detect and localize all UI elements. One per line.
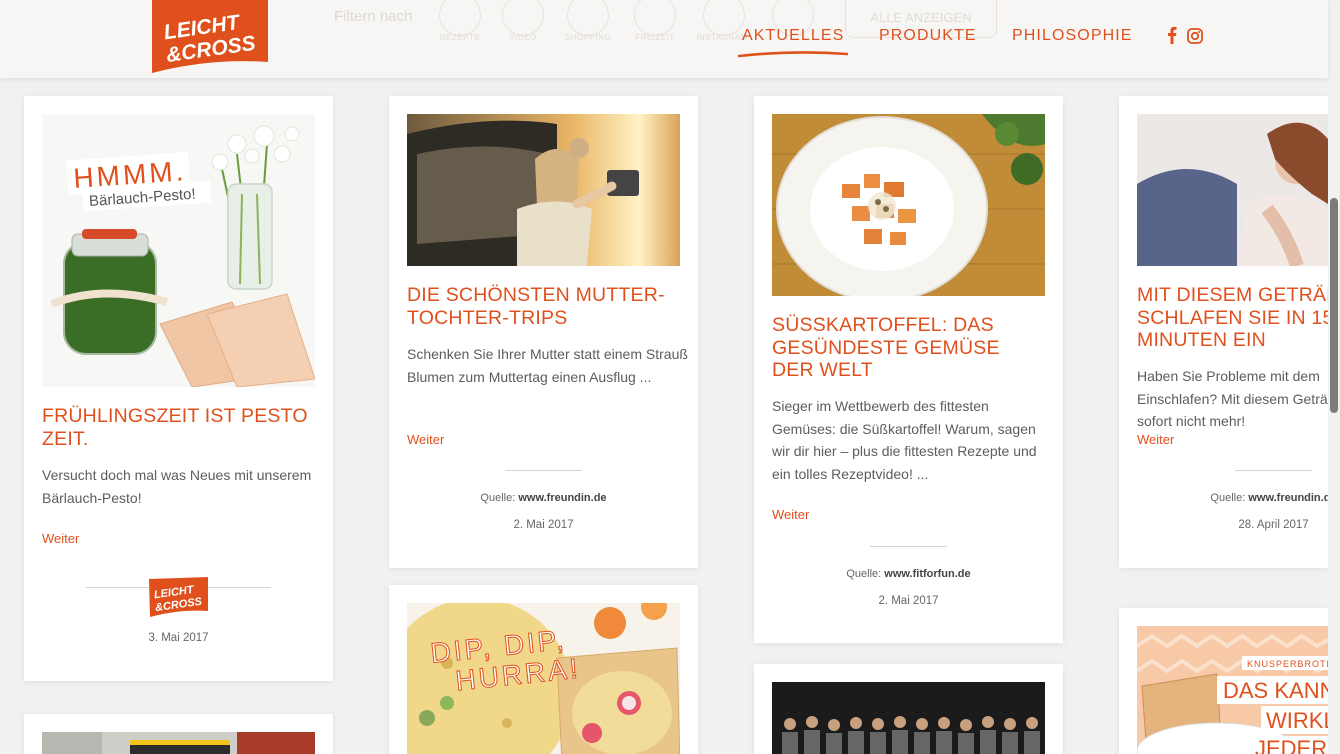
car-selfie-image[interactable] [407, 114, 680, 266]
sweet-potato-image[interactable] [772, 114, 1045, 296]
article-date: 28. April 2017 [1238, 519, 1309, 531]
article-title[interactable]: FRÜHLINGSZEIT IST PESTO ZEIT. [42, 405, 317, 450]
kitchen-image[interactable] [42, 732, 315, 754]
svg-text:JEDER!: JEDER! [1255, 736, 1328, 754]
article-excerpt: Haben Sie Probleme mit dem Einschlafen? … [1137, 368, 1328, 429]
nav-aktuelles[interactable]: AKTUELLES [742, 27, 844, 45]
article-date: 2. Mai 2017 [513, 519, 574, 531]
filter-label: Filtern nach [334, 8, 413, 25]
article-excerpt: Schenken Sie Ihrer Mutter statt einem St… [407, 346, 688, 385]
article-date: 3. Mai 2017 [148, 632, 209, 644]
site-header: LEICHT &CROSS Filtern nach REZEPTE VIDEO… [0, 0, 1328, 78]
brand-logo-small: LEICHT &CROSS [149, 577, 208, 617]
scrollbar-thumb[interactable] [1330, 198, 1338, 413]
read-more-link[interactable]: Weiter [407, 432, 444, 447]
dip-image[interactable]: DIP, DIP, HURRA! [407, 603, 680, 754]
article-source: Quelle: www.freundin.de [1119, 492, 1328, 504]
source-domain[interactable]: www.freundin.de [518, 492, 606, 504]
article-card-pesto[interactable]: HMMM. Bärlauch-Pesto! FRÜHLINGSZEIT IST … [24, 96, 333, 681]
knusperbrot-image[interactable]: KNUSPERBROTKNACK DAS KANN WIRKLICH JEDER… [1137, 626, 1328, 754]
article-card-schlaf-getraenk[interactable]: MIT DIESEM GETRÄNK SCHLAFEN SIE IN 15 MI… [1119, 96, 1328, 568]
article-card-dip[interactable]: DIP, DIP, HURRA! [389, 585, 698, 754]
svg-text:DAS KANN: DAS KANN [1223, 678, 1328, 703]
article-title[interactable]: MIT DIESEM GETRÄNK SCHLAFEN SIE IN 15 MI… [1137, 284, 1328, 352]
nav-produkte[interactable]: PRODUKTE [879, 27, 977, 45]
article-card-knusperbrot[interactable]: KNUSPERBROTKNACK DAS KANN WIRKLICH JEDER… [1119, 608, 1328, 754]
article-title[interactable]: DIE SCHÖNSTEN MUTTER-TOCHTER-TRIPS [407, 284, 682, 329]
shopping-icon[interactable] [567, 0, 609, 36]
read-more-link[interactable]: Weiter [1137, 432, 1174, 447]
recipe-icon[interactable] [439, 0, 481, 36]
instagram-icon[interactable] [1187, 28, 1203, 44]
source-domain[interactable]: www.fitforfun.de [884, 568, 970, 580]
source-domain[interactable]: www.freundin.de [1248, 492, 1328, 504]
nav-philosophie[interactable]: PHILOSOPHIE [1012, 27, 1133, 45]
woman-drinking-image[interactable] [1137, 114, 1328, 266]
nav-active-underline [738, 51, 848, 58]
article-card-fashion[interactable] [754, 664, 1063, 754]
svg-text:WIRKLICH: WIRKLICH [1266, 708, 1328, 733]
pesto-image[interactable]: HMMM. Bärlauch-Pesto! [42, 114, 315, 387]
leisure-icon[interactable] [634, 0, 676, 36]
article-card-row2-1[interactable] [24, 714, 333, 754]
facebook-icon[interactable] [1166, 26, 1178, 44]
page-scrollbar[interactable] [1328, 0, 1340, 754]
article-card-mutter-tochter[interactable]: DIE SCHÖNSTEN MUTTER-TOCHTER-TRIPS Schen… [389, 96, 698, 568]
article-source: Quelle: www.freundin.de [480, 492, 607, 504]
divider [1235, 470, 1312, 471]
article-title[interactable]: SÜSSKARTOFFEL: DAS GESÜNDESTE GEMÜSE DER… [772, 314, 1047, 382]
divider [870, 546, 947, 547]
article-date: 2. Mai 2017 [878, 595, 939, 607]
read-more-link[interactable]: Weiter [42, 531, 79, 546]
divider [505, 470, 582, 471]
instagram-filter-icon[interactable] [703, 0, 745, 36]
fashion-show-image[interactable] [772, 682, 1045, 754]
article-card-suesskartoffel[interactable]: SÜSSKARTOFFEL: DAS GESÜNDESTE GEMÜSE DER… [754, 96, 1063, 643]
svg-text:KNUSPERBROTKNACK: KNUSPERBROTKNACK [1247, 659, 1328, 669]
video-icon[interactable] [502, 0, 544, 36]
article-excerpt: Sieger im Wettbewerb des fittesten Gemüs… [772, 398, 1037, 482]
article-excerpt: Versucht doch mal was Neues mit unserem … [42, 467, 312, 506]
leicht-cross-logo[interactable]: LEICHT &CROSS [150, 0, 270, 73]
read-more-link[interactable]: Weiter [772, 507, 809, 522]
article-source: Quelle: www.fitforfun.de [846, 568, 971, 580]
